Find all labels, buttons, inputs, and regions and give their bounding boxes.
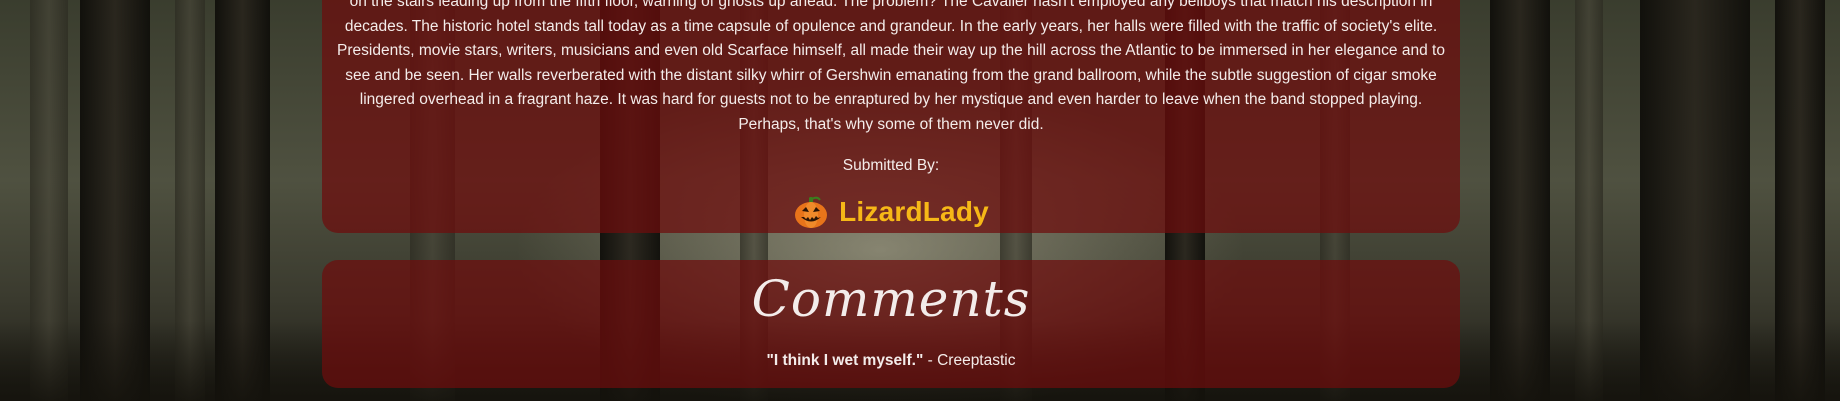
comment-separator: - bbox=[923, 352, 938, 369]
comment-quote: "I think I wet myself." bbox=[766, 352, 924, 369]
author-block: LizardLady bbox=[322, 194, 1460, 230]
submitted-by-label: Submitted By: bbox=[842, 157, 940, 174]
comment-item: "I think I wet myself." - Creeptastic bbox=[322, 352, 1460, 370]
jack-o-lantern-icon bbox=[793, 194, 829, 230]
comment-author: Creeptastic bbox=[937, 352, 1016, 369]
story-panel: on the stairs leading up from the fifth … bbox=[322, 0, 1460, 233]
comments-heading: Comments bbox=[751, 270, 1031, 328]
author-name[interactable]: LizardLady bbox=[839, 196, 989, 228]
comments-panel: Comments "I think I wet myself." - Creep… bbox=[322, 260, 1460, 388]
story-text: on the stairs leading up from the fifth … bbox=[337, 0, 1445, 133]
